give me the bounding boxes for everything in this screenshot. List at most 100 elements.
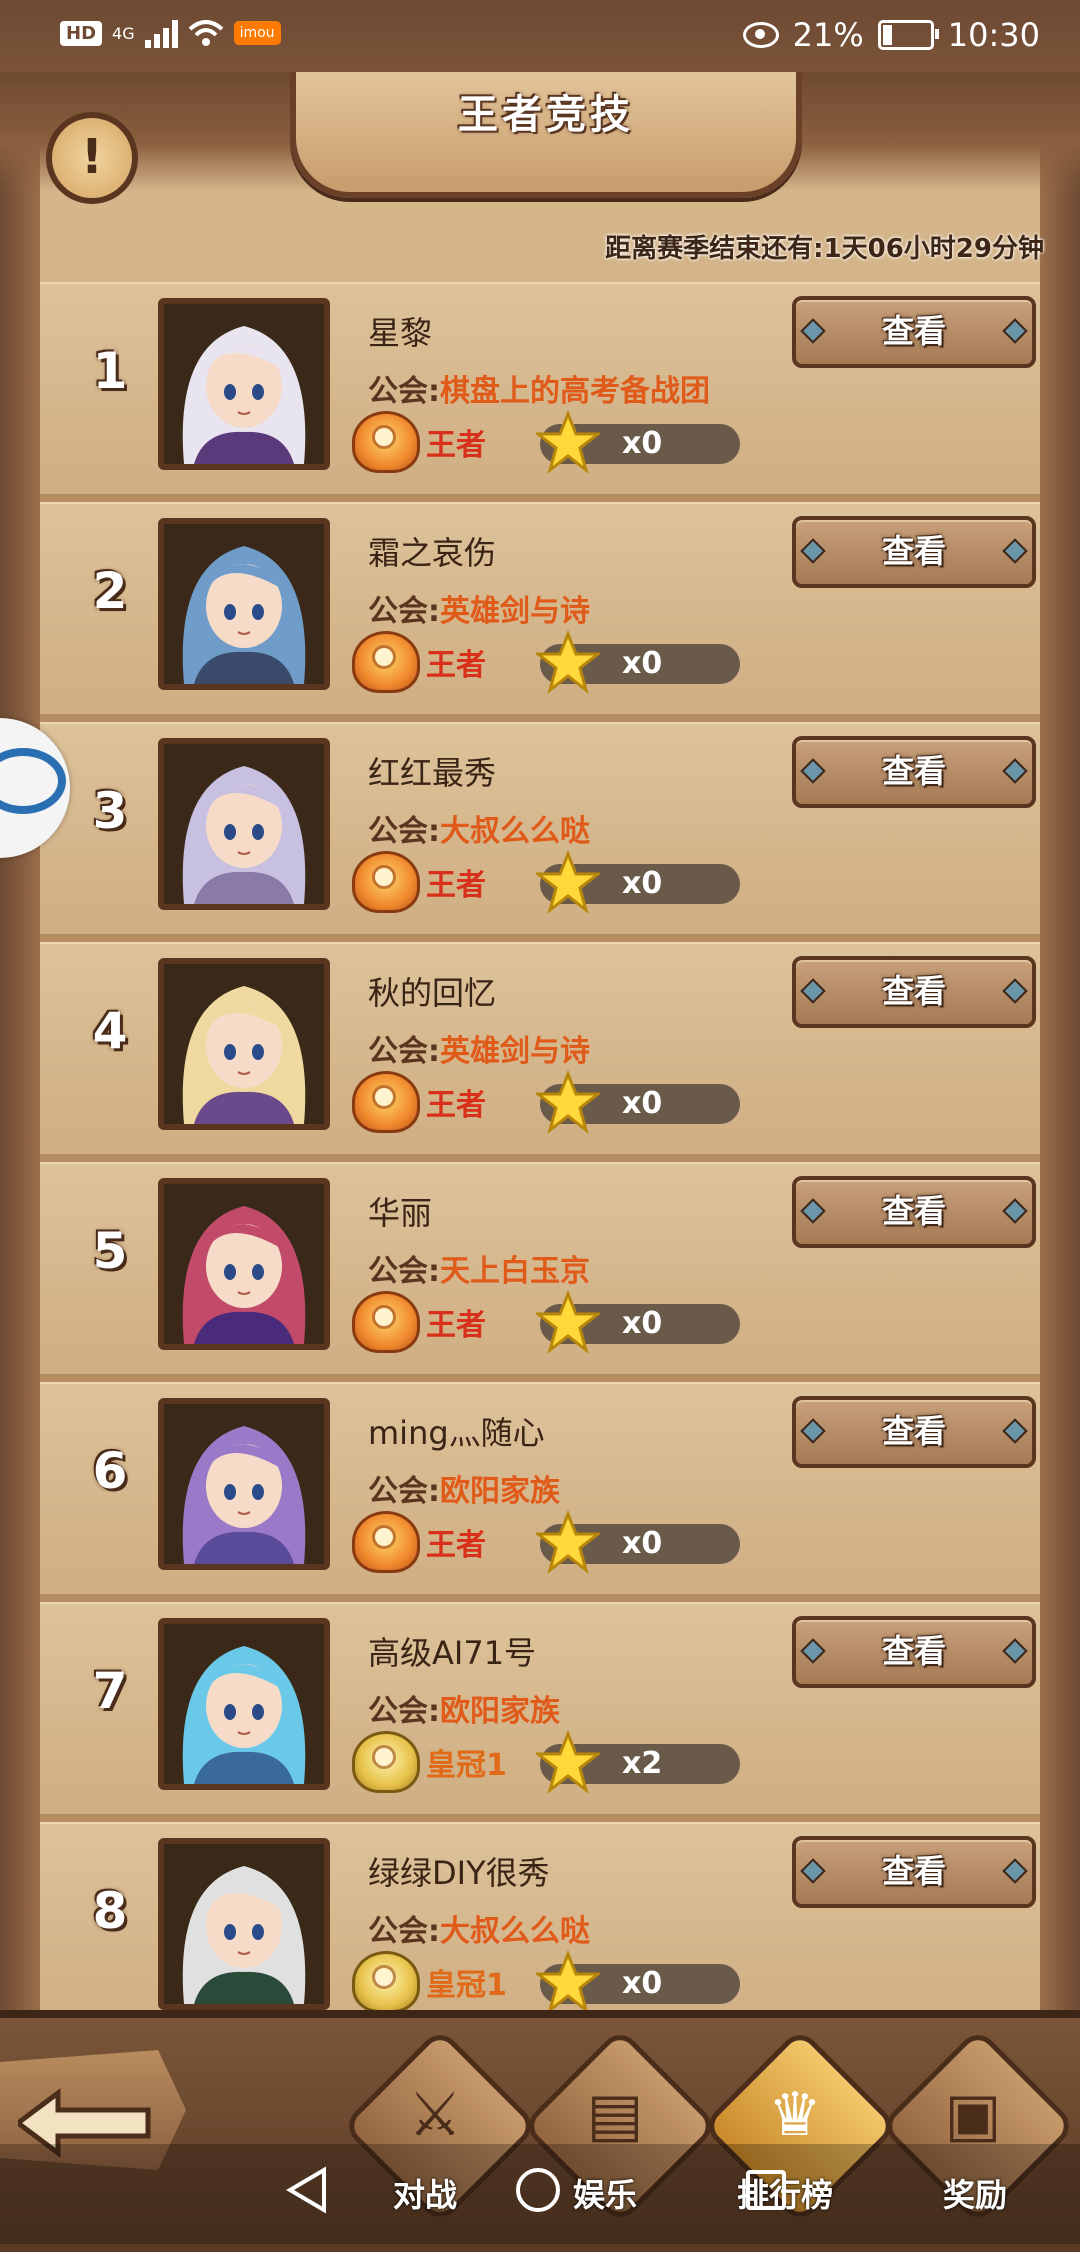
avatar[interactable]	[158, 1178, 330, 1350]
guild-label: 公会:	[368, 1254, 440, 1289]
rank-row: 4 秋的回忆 公会:英雄剑与诗 王者 x0 查看	[40, 942, 1040, 1162]
eye-comfort-icon	[742, 22, 779, 48]
guild-label: 公会:	[368, 1034, 440, 1069]
tier-badge-icon	[352, 1511, 420, 1573]
guild-name: 大叔么么哒	[440, 1914, 590, 1949]
view-button[interactable]: 查看	[792, 516, 1036, 588]
status-bar: HD 4G imou 21% 10:30	[0, 0, 1080, 72]
tier: 王者	[352, 1291, 486, 1353]
ranking-list: 1 星黎 公会:棋盘上的高考备战团 王者 x0 查看 2 霜之哀伤 公会:英雄剑…	[40, 282, 1040, 2042]
tier: 皇冠1	[352, 1731, 507, 1793]
avatar[interactable]	[158, 1838, 330, 2010]
guild-name: 棋盘上的高考备战团	[440, 374, 710, 409]
rank-row: 3 红红最秀 公会:大叔么么哒 王者 x0 查看	[40, 722, 1040, 942]
player-name: 华丽	[368, 1194, 433, 1232]
player-name: 高级AI71号	[368, 1634, 537, 1672]
battery-percent: 21%	[792, 16, 864, 54]
star-icon	[536, 850, 600, 914]
star-count: x2	[622, 1746, 663, 1781]
guild-name: 英雄剑与诗	[440, 594, 590, 629]
tier-name: 王者	[426, 1308, 486, 1343]
player-name: 霜之哀伤	[368, 534, 497, 572]
battery-icon	[877, 20, 939, 50]
guild-label: 公会:	[368, 594, 440, 629]
nav-rewards-label[interactable]: 奖励	[890, 2170, 1060, 2216]
guild-info: 公会:欧阳家族	[368, 1466, 560, 1510]
avatar[interactable]	[158, 1398, 330, 1570]
star-count-bar: x0	[536, 1510, 740, 1574]
avatar[interactable]	[158, 1618, 330, 1790]
guild-info: 公会:大叔么么哒	[368, 1906, 590, 1950]
view-button[interactable]: 查看	[792, 736, 1036, 808]
tier-name: 王者	[426, 1528, 486, 1563]
rank-number: 1	[92, 342, 128, 400]
rank-row: 6 ming灬随心 公会:欧阳家族 王者 x0 查看	[40, 1382, 1040, 1602]
star-icon	[536, 1070, 600, 1134]
star-count-bar: x0	[536, 630, 740, 694]
star-icon	[536, 630, 600, 694]
guild-label: 公会:	[368, 1914, 440, 1949]
player-name: ming灬随心	[368, 1414, 545, 1452]
view-button[interactable]: 查看	[792, 1836, 1036, 1908]
tier-badge-icon	[352, 1731, 420, 1793]
star-count-bar: x0	[536, 850, 740, 914]
guild-info: 公会:英雄剑与诗	[368, 1026, 590, 1070]
view-button[interactable]: 查看	[792, 956, 1036, 1028]
document-icon: ▤	[586, 2080, 644, 2150]
tier-name: 王者	[426, 868, 486, 903]
tier: 皇冠1	[352, 1951, 507, 2013]
guild-label: 公会:	[368, 814, 440, 849]
tier-badge-icon	[352, 1291, 420, 1353]
tier: 王者	[352, 851, 486, 913]
player-name: 星黎	[368, 314, 433, 352]
guild-name: 欧阳家族	[440, 1474, 560, 1509]
frame-right	[1040, 72, 1080, 2244]
guild-info: 公会:棋盘上的高考备战团	[368, 366, 710, 410]
rank-number: 8	[92, 1882, 128, 1940]
star-icon	[536, 410, 600, 474]
player-name: 秋的回忆	[368, 974, 497, 1012]
star-icon	[536, 1950, 600, 2014]
nav-battle-label[interactable]: 对战	[340, 2170, 510, 2216]
tier-badge-icon	[352, 411, 420, 473]
network-type: 4G	[112, 23, 135, 43]
avatar[interactable]	[158, 518, 330, 690]
rank-row: 5 华丽 公会:天上白玉京 王者 x0 查看	[40, 1162, 1040, 1382]
guild-info: 公会:英雄剑与诗	[368, 586, 590, 630]
system-back-icon[interactable]	[284, 2166, 328, 2214]
signal-icon	[144, 18, 178, 48]
view-button[interactable]: 查看	[792, 1396, 1036, 1468]
tier-name: 王者	[426, 648, 486, 683]
player-name: 红红最秀	[368, 754, 497, 792]
guild-info: 公会:天上白玉京	[368, 1246, 590, 1290]
view-button[interactable]: 查看	[792, 296, 1036, 368]
tier: 王者	[352, 631, 486, 693]
clock: 10:30	[947, 16, 1040, 54]
avatar[interactable]	[158, 298, 330, 470]
guild-label: 公会:	[368, 374, 440, 409]
tier: 王者	[352, 1511, 486, 1573]
rank-row: 7 高级AI71号 公会:欧阳家族 皇冠1 x2 查看	[40, 1602, 1040, 1822]
guild-name: 天上白玉京	[440, 1254, 590, 1289]
rank-number: 3	[92, 782, 128, 840]
rank-number: 4	[92, 1002, 128, 1060]
title-banner: 王者竞技	[290, 66, 802, 198]
alert-icon[interactable]: !	[46, 112, 138, 204]
view-button[interactable]: 查看	[792, 1176, 1036, 1248]
star-count: x0	[622, 646, 663, 681]
imou-app-icon: imou	[233, 21, 281, 45]
avatar[interactable]	[158, 958, 330, 1130]
tier-badge-icon	[352, 851, 420, 913]
star-count: x0	[622, 1966, 663, 2001]
system-home-icon[interactable]	[516, 2168, 560, 2212]
tier-badge-icon	[352, 1071, 420, 1133]
frame-left	[0, 72, 40, 2244]
season-time: 1天06小时29分钟	[823, 234, 1044, 264]
avatar[interactable]	[158, 738, 330, 910]
view-button[interactable]: 查看	[792, 1616, 1036, 1688]
star-icon	[536, 1290, 600, 1354]
tier-name: 王者	[426, 1088, 486, 1123]
guild-label: 公会:	[368, 1474, 440, 1509]
star-count: x0	[622, 866, 663, 901]
system-recents-icon[interactable]	[746, 2170, 786, 2210]
